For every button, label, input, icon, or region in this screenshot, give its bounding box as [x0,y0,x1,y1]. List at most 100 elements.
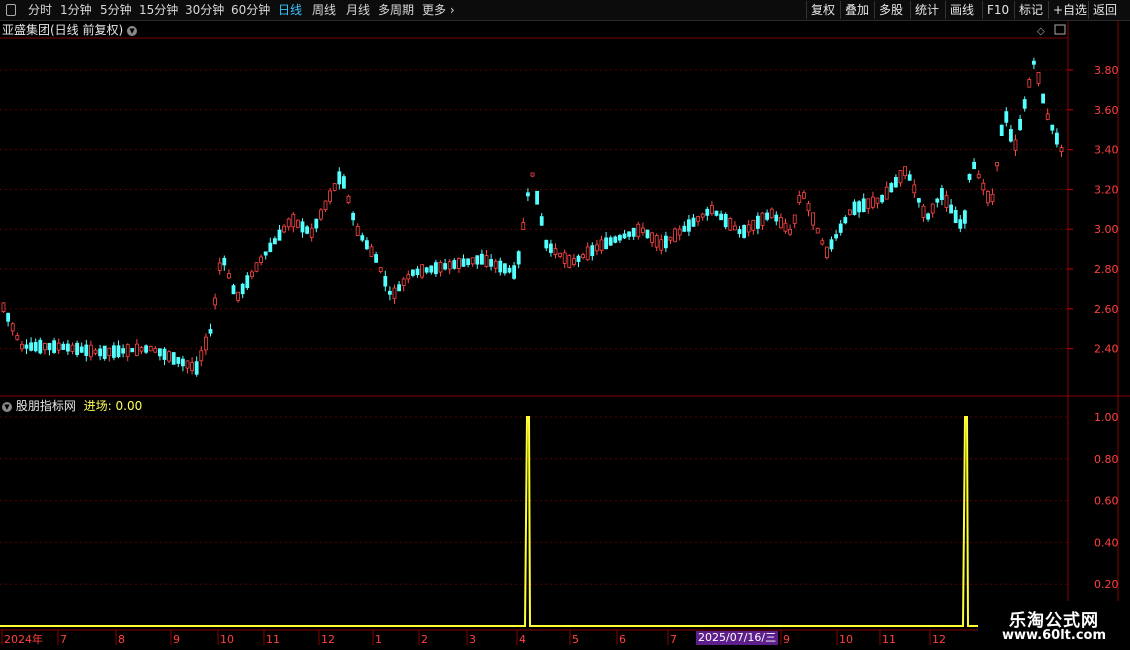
time-axis-label: 4 [519,633,526,646]
period-tab-4[interactable]: 30分钟 [185,0,224,20]
candle-body [1004,111,1009,123]
candle-body [33,341,38,352]
candle-body [719,213,723,221]
candle-body [921,205,926,218]
candle-body [903,166,907,177]
candle-body [958,219,963,229]
candle-body [171,352,176,365]
indicator-tick-label: 0.80 [1094,453,1119,466]
candle-body [654,235,659,248]
watermark-url: www.60lt.com [1001,628,1107,643]
title-dropdown-icon[interactable]: ▼ [127,25,138,36]
candle-body [98,348,102,357]
toolbar-button-8[interactable]: 返回 [1088,1,1121,19]
candle-body [167,351,172,362]
candle-body [194,361,199,375]
candle-body [857,201,861,213]
candle-body [268,242,273,253]
toolbar-button-7[interactable]: +自选 [1048,1,1091,19]
candle-body [153,347,158,353]
candle-body [369,246,374,257]
toolbar-button-0[interactable]: 复权 [806,1,839,19]
candle-body [917,198,921,203]
period-tab-0[interactable]: 分时 [28,0,52,20]
candle-body [544,239,549,249]
candle-body [986,190,990,204]
candle-body [779,217,783,229]
period-tab-3[interactable]: 15分钟 [139,0,178,20]
indicator-dropdown-icon[interactable]: ▼ [2,401,12,412]
candle-body [843,217,848,224]
time-axis-label: 2 [421,633,428,646]
candle-body [562,252,567,264]
candle-body [848,209,852,215]
toolbar-button-4[interactable]: 画线 [945,1,978,19]
period-tab-6[interactable]: 日线 [278,0,302,20]
candle-body [102,345,107,359]
candle-body [507,267,512,273]
candle-body [263,251,268,256]
period-tab-10[interactable]: 更多 › [422,0,455,20]
candle-body [866,198,871,209]
candle-body [429,265,434,273]
period-tab-1[interactable]: 1分钟 [60,0,92,20]
candle-body [272,238,277,245]
crosshair-date-badge: 2025/07/16/三 [696,631,779,645]
price-tick-label: 3.80 [1094,64,1119,77]
candle-body [79,346,84,353]
candle-body [576,255,581,262]
candle-body [972,161,976,170]
toolbar-button-6[interactable]: 标记 [1014,1,1047,19]
candle-body [415,268,420,275]
candle-body [438,261,443,273]
candle-body [1036,72,1041,84]
candle-body [374,254,379,263]
time-axis-label: 2024年 [4,632,43,646]
candle-body [489,259,494,267]
candle-body [424,267,429,273]
candle-body [999,124,1004,137]
time-axis-label: 8 [118,633,125,646]
candle-body [691,217,696,227]
candle-body [351,212,356,221]
candle-body [401,278,406,287]
candle-body [176,357,181,364]
candle-body [995,162,999,167]
candle-body [240,283,245,295]
candle-body [567,255,572,268]
period-tab-8[interactable]: 月线 [346,0,370,20]
candle-body [162,348,167,360]
candle-body [130,348,135,353]
layout-toggle-icon [1054,24,1066,35]
indicator-title: ▼ 股朋指标网 进场: 0.00 [2,398,142,414]
indicator-line [0,416,1068,627]
candle-body [829,239,834,250]
candle-body [894,176,898,188]
period-tab-9[interactable]: 多周期 [378,0,414,20]
toolbar-button-2[interactable]: 多股 [874,1,907,19]
candle-body [456,258,461,269]
time-axis-label: 11 [882,633,896,646]
candle-body [700,213,705,218]
candle-body [245,275,250,289]
candle-body [806,203,811,212]
toolbar-button-1[interactable]: 叠加 [840,1,873,19]
candle-body [144,345,149,353]
candle-body [29,342,34,351]
period-tab-5[interactable]: 60分钟 [231,0,270,20]
candle-body [967,173,972,180]
candle-body [309,227,314,238]
candle-body [291,213,296,228]
period-tab-7[interactable]: 周线 [312,0,336,20]
candle-body [802,192,806,199]
period-tab-2[interactable]: 5分钟 [100,0,132,20]
toolbar-button-3[interactable]: 统计 [910,1,943,19]
candle-body [443,263,448,270]
candle-body [466,258,471,266]
toolbar-button-5[interactable]: F10 [982,1,1013,19]
chart-canvas[interactable]: 3.80 3.60 3.40 3.20 3.00 2.80 2.60 2.40 1.00 0.80… [0,0,1130,650]
window-icon[interactable] [6,4,16,16]
price-tick-label: 2.60 [1094,303,1119,316]
candle-body [553,248,558,255]
candle-body [406,274,411,280]
